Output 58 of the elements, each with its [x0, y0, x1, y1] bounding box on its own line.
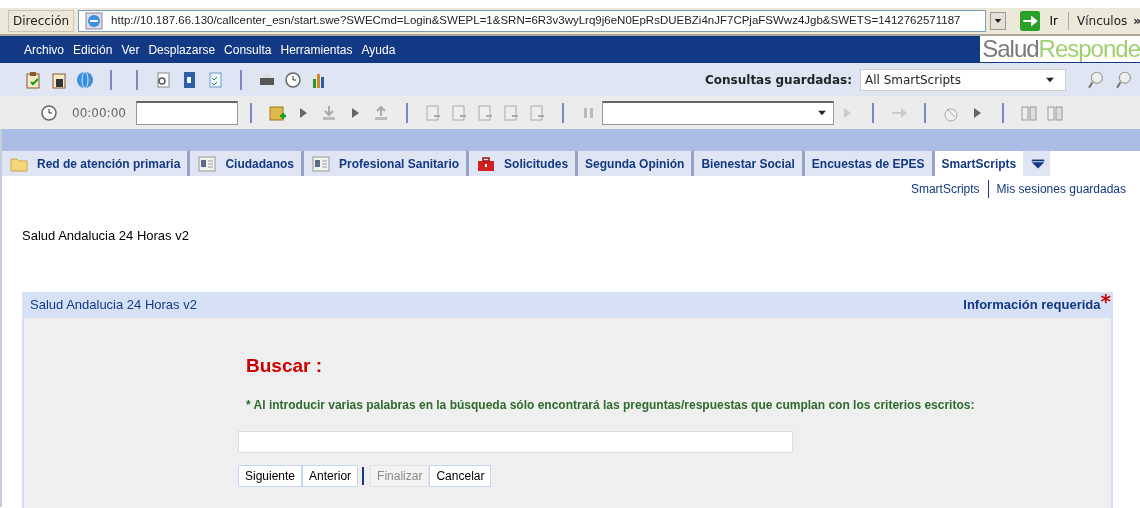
document-icon[interactable] [423, 103, 442, 122]
link[interactable]: Mis sesiones guardadas [987, 180, 1134, 198]
globe-icon[interactable] [76, 70, 94, 89]
form-button[interactable]: Anterior [302, 465, 359, 487]
tab[interactable]: Ciudadanos [190, 151, 305, 176]
address-label: Dirección [8, 10, 75, 32]
toolbox-icon [476, 154, 497, 173]
book-icon[interactable] [1045, 103, 1064, 122]
saved-queries-label: Consultas guardadas: [705, 71, 852, 89]
book-icon[interactable] [1019, 103, 1038, 122]
search-field[interactable] [238, 431, 793, 453]
timer-text: 00:00:00 [72, 104, 126, 122]
tab-menu-button[interactable] [1026, 151, 1051, 176]
document-icon[interactable] [475, 103, 494, 122]
address-field[interactable]: http://10.187.66.130/callcenter_esn/start.swe?SWECmd=Login&SWEPL=1&SRN=6R3v3wyLrq9j6eN0EpRsDUEBZi4nJF7CPjaFSWwz4Jgb&SWETS=1412762571187 [78, 10, 986, 32]
envelope-add-icon[interactable] [267, 103, 286, 122]
text-field[interactable] [135, 100, 238, 125]
search-heading: Buscar : [246, 353, 324, 378]
url-text: http://10.187.66.130/callcenter_esn/start.swe?SWECmd=Login&SWEPL=1&SRN=6R3v3wyLrq9j6eN0EpRsDUEBZi4nJF7CPjaFSWwz4Jgb&SWETS=1412762571187 [111, 13, 961, 29]
go-button[interactable]: Ir [1009, 11, 1064, 31]
clock-icon[interactable] [284, 70, 302, 89]
saved-queries-dropdown[interactable]: All SmartScripts [860, 68, 1066, 91]
form-button[interactable]: Siguiente [238, 465, 303, 487]
clock-icon[interactable] [40, 103, 58, 122]
menu-item[interactable]: Archivo [24, 40, 64, 59]
dropdown-field[interactable] [601, 100, 834, 125]
menu-item[interactable]: Ayuda [361, 40, 396, 59]
links-more[interactable]: » [1133, 12, 1140, 30]
save-icon[interactable] [50, 70, 68, 89]
search-note: * Al introducir varias palabras en la búsqueda sólo encontrará las preguntas/respuestas que cumplan con los criterios escritos: [246, 397, 976, 414]
clipboard-icon[interactable] [24, 70, 42, 89]
required-mark: * [1100, 293, 1111, 308]
menu-item[interactable]: Desplazarse [148, 40, 216, 59]
checklist-icon[interactable] [206, 70, 224, 89]
tab[interactable]: Solicitudes [469, 151, 579, 176]
logo: SaludResponde [980, 36, 1140, 62]
contact-card-icon [197, 154, 218, 173]
links-label[interactable]: Vínculos [1077, 12, 1128, 30]
tab[interactable]: Red de atención primaria [2, 151, 191, 176]
panel-title: Salud Andalucia 24 Horas v2 [30, 295, 198, 314]
tab[interactable]: Bienestar Social [694, 151, 805, 176]
contact-card-icon [311, 154, 332, 173]
search-document-icon[interactable] [154, 70, 172, 89]
document-icon[interactable] [527, 103, 546, 122]
page-title: Salud Andalucia 24 Horas v2 [22, 227, 190, 245]
menu-item[interactable]: Ver [121, 40, 140, 59]
document-icon[interactable] [501, 103, 520, 122]
document-icon[interactable] [449, 103, 468, 122]
form-button[interactable]: Cancelar [429, 465, 492, 487]
menu-item[interactable]: Edición [73, 40, 113, 59]
required-label: Información requerida [963, 296, 1101, 314]
tab[interactable]: Profesional Sanitario [304, 151, 470, 176]
link[interactable]: SmartScripts [902, 180, 988, 198]
dropdown-button[interactable] [989, 12, 1006, 30]
menu-item[interactable]: Consulta [224, 40, 272, 59]
menu-item[interactable]: Herramientas [280, 40, 353, 59]
tab[interactable]: Segunda Opinión [578, 151, 695, 176]
tab[interactable]: Encuestas de EPES [804, 151, 935, 176]
